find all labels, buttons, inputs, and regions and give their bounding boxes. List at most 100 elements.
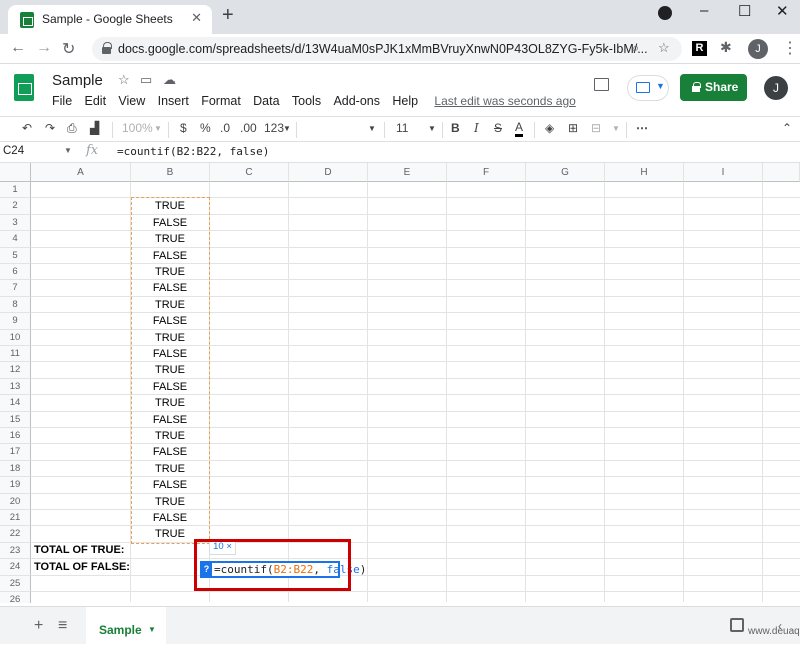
- account-avatar[interactable]: J: [764, 76, 788, 100]
- row-header-15[interactable]: 15: [0, 411, 31, 428]
- more-formats-button[interactable]: 123: [264, 121, 284, 135]
- sheets-logo-icon[interactable]: [14, 74, 34, 101]
- menu-tools[interactable]: Tools: [292, 94, 321, 108]
- paint-format-icon[interactable]: ▟: [90, 121, 99, 135]
- menu-data[interactable]: Data: [253, 94, 279, 108]
- strikethrough-button[interactable]: S: [494, 121, 502, 135]
- row-header-23[interactable]: 23: [0, 542, 31, 560]
- increase-decimal-button[interactable]: .00: [240, 121, 257, 135]
- sheet-tab-sample[interactable]: Sample ▼: [86, 607, 166, 645]
- text-color-button[interactable]: A: [515, 121, 524, 137]
- column-header-h[interactable]: H: [605, 163, 684, 182]
- merge-cells-icon[interactable]: ⊟: [591, 121, 601, 135]
- select-all-corner[interactable]: [0, 163, 31, 182]
- zoom-select[interactable]: 100%: [122, 121, 153, 135]
- row-header-19[interactable]: 19: [0, 477, 31, 494]
- row-header-20[interactable]: 20: [0, 493, 31, 510]
- currency-button[interactable]: $: [180, 121, 187, 135]
- formula-input[interactable]: =countif(B2:B22, false): [117, 145, 269, 158]
- menu-help[interactable]: Help: [392, 94, 418, 108]
- bookmark-star-icon[interactable]: ☆: [658, 40, 670, 56]
- font-family-caret-icon[interactable]: ▼: [368, 124, 376, 133]
- minimize-icon[interactable]: –: [700, 2, 708, 19]
- decrease-decimal-button[interactable]: .0: [220, 121, 230, 135]
- more-tools-icon[interactable]: ⋯: [636, 121, 648, 135]
- column-header-a[interactable]: A: [31, 163, 131, 182]
- row-header-4[interactable]: 4: [0, 231, 31, 248]
- font-size-select[interactable]: 11: [396, 121, 408, 135]
- row-header-24[interactable]: 24: [0, 559, 31, 576]
- maximize-icon[interactable]: ☐: [738, 2, 751, 20]
- close-tab-icon[interactable]: ✕: [191, 10, 202, 26]
- column-header-e[interactable]: E: [368, 163, 447, 182]
- document-title[interactable]: Sample: [52, 72, 103, 89]
- row-header-8[interactable]: 8: [0, 296, 31, 314]
- star-icon[interactable]: ☆: [118, 72, 130, 88]
- explore-icon[interactable]: [730, 618, 744, 632]
- browser-menu-icon[interactable]: ⋮: [782, 38, 798, 58]
- undo-icon[interactable]: ↶: [22, 121, 32, 135]
- row-header-11[interactable]: 11: [0, 346, 31, 363]
- column-header-f[interactable]: F: [447, 163, 526, 182]
- font-size-caret-icon[interactable]: ▼: [428, 124, 436, 133]
- cell-a23[interactable]: TOTAL OF TRUE:: [34, 544, 124, 556]
- row-header-26[interactable]: 26: [0, 592, 31, 603]
- row-header-2[interactable]: 2: [0, 198, 31, 215]
- fill-color-icon[interactable]: ◈: [545, 121, 554, 135]
- add-sheet-icon[interactable]: +: [34, 617, 43, 635]
- collapse-toolbar-icon[interactable]: ⌃: [782, 121, 792, 135]
- column-header-b[interactable]: B: [131, 163, 210, 182]
- row-header-6[interactable]: 6: [0, 264, 31, 281]
- cloud-status-icon[interactable]: ☁: [163, 72, 176, 88]
- new-tab-icon[interactable]: +: [222, 4, 234, 27]
- row-header-13[interactable]: 13: [0, 378, 31, 396]
- name-box[interactable]: C24: [3, 145, 24, 157]
- row-header-17[interactable]: 17: [0, 444, 31, 461]
- cell-a24[interactable]: TOTAL OF FALSE:: [34, 561, 130, 573]
- comment-history-icon[interactable]: [594, 78, 609, 91]
- spreadsheet-grid[interactable]: ABCDEFGHI 1 2 3 4 5 6 7 8 9 10 11 12 13 14 15 16 17 18 19 2…: [0, 163, 800, 603]
- zoom-caret-icon[interactable]: ▼: [154, 124, 162, 133]
- all-sheets-icon[interactable]: ≡: [58, 617, 67, 635]
- menu-insert[interactable]: Insert: [158, 94, 189, 108]
- merge-caret-icon[interactable]: ▼: [612, 124, 620, 133]
- print-icon[interactable]: ⎙: [67, 121, 77, 136]
- redo-icon[interactable]: ↷: [45, 121, 55, 135]
- row-header-16[interactable]: 16: [0, 428, 31, 445]
- row-header-22[interactable]: 22: [0, 526, 31, 543]
- browser-profile-avatar[interactable]: J: [748, 39, 768, 59]
- omnibox[interactable]: docs.google.com/spreadsheets/d/13W4uaM0s…: [92, 37, 682, 61]
- row-header-1[interactable]: 1: [0, 182, 31, 199]
- search-icon[interactable]: ⌕: [632, 40, 639, 56]
- row-header-18[interactable]: 18: [0, 460, 31, 478]
- close-window-icon[interactable]: ✕: [776, 2, 789, 20]
- back-icon[interactable]: ←: [10, 39, 26, 57]
- reload-icon[interactable]: ↻: [62, 39, 75, 59]
- menu-format[interactable]: Format: [201, 94, 241, 108]
- sheet-tab-caret-icon[interactable]: ▼: [148, 625, 156, 634]
- forward-icon[interactable]: →: [36, 39, 52, 57]
- italic-button[interactable]: I: [474, 121, 479, 135]
- row-header-21[interactable]: 21: [0, 510, 31, 527]
- menu-addons[interactable]: Add-ons: [333, 94, 380, 108]
- present-button[interactable]: ▼: [627, 75, 669, 101]
- extensions-icon[interactable]: ✱: [720, 39, 732, 56]
- menu-edit[interactable]: Edit: [85, 94, 107, 108]
- menu-file[interactable]: File: [52, 94, 72, 108]
- column-header-d[interactable]: D: [289, 163, 368, 182]
- column-header-g[interactable]: G: [526, 163, 605, 182]
- more-formats-caret-icon[interactable]: ▼: [283, 124, 291, 133]
- extension-r-icon[interactable]: R: [692, 41, 707, 56]
- bold-button[interactable]: B: [451, 121, 460, 135]
- column-header-i[interactable]: I: [684, 163, 763, 182]
- name-box-caret-icon[interactable]: ▼: [64, 146, 72, 155]
- borders-icon[interactable]: ⊞: [568, 121, 578, 135]
- row-header-3[interactable]: 3: [0, 214, 31, 232]
- browser-tab[interactable]: Sample - Google Sheets ✕: [8, 5, 212, 34]
- row-header-7[interactable]: 7: [0, 280, 31, 297]
- row-header-5[interactable]: 5: [0, 247, 31, 264]
- percent-button[interactable]: %: [200, 121, 211, 135]
- column-header-c[interactable]: C: [210, 163, 289, 182]
- share-button[interactable]: Share: [680, 74, 747, 101]
- row-header-14[interactable]: 14: [0, 395, 31, 412]
